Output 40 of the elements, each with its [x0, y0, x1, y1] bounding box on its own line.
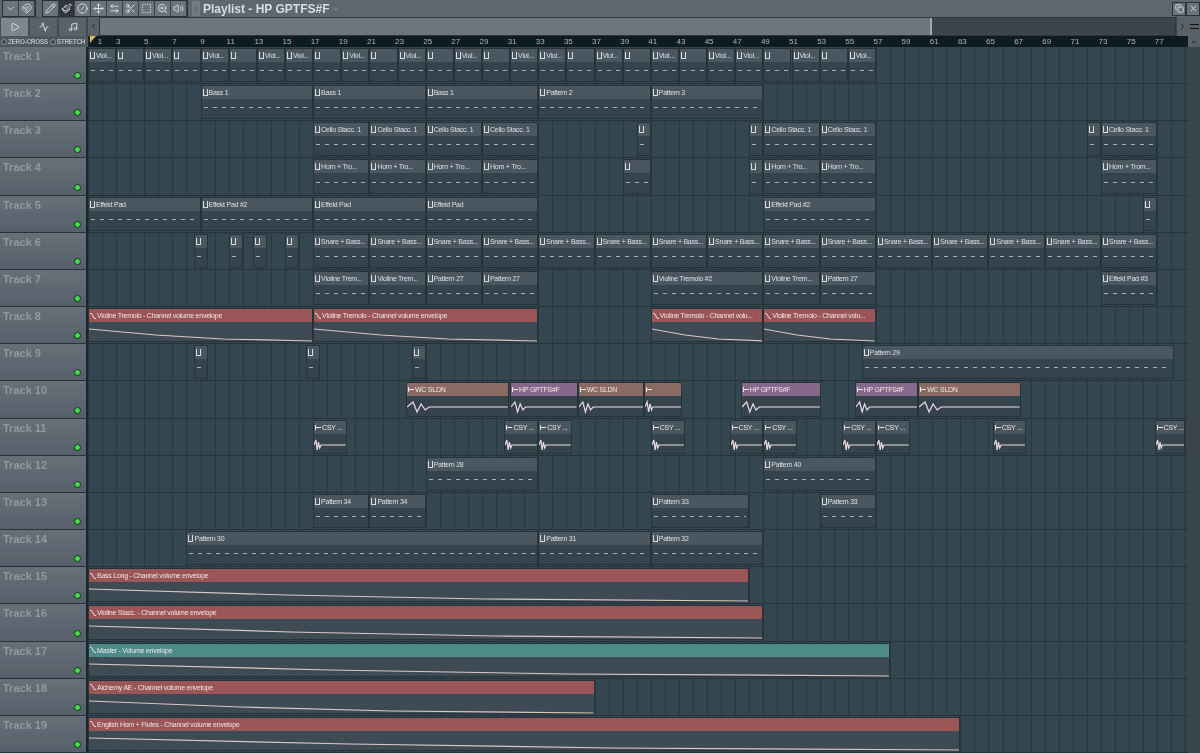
bar-number: 11 [226, 36, 235, 47]
bar-number: 71 [1070, 36, 1080, 47]
bar-number: 49 [760, 36, 770, 47]
bar-number: 47 [732, 36, 742, 47]
bar-number: 27 [451, 36, 461, 47]
bar-number: 31 [507, 36, 517, 47]
bar-number: 43 [676, 36, 686, 47]
bar-number: 25 [423, 36, 433, 47]
bar-number: 19 [338, 36, 348, 47]
bar-number: 65 [986, 36, 995, 47]
bar-number: 13 [254, 36, 264, 47]
bar-number: 15 [282, 36, 292, 47]
bar-number: 33 [535, 36, 545, 47]
bar-number: 57 [873, 36, 883, 47]
bar-number: 9 [200, 36, 205, 47]
bar-number: 69 [1042, 36, 1052, 47]
window-title: Playlist - HP GPTFS#F [203, 1, 330, 16]
bar-number: 23 [395, 36, 404, 47]
bar-number: 37 [592, 36, 601, 47]
bar-number: 53 [817, 36, 827, 47]
bar-number: 3 [115, 36, 121, 47]
bar-number: 75 [1126, 36, 1136, 47]
bar-number: 51 [789, 36, 798, 47]
bar-number: 61 [929, 36, 939, 47]
bar-number: 77 [1154, 36, 1164, 47]
bar-number: 73 [1098, 36, 1108, 47]
bar-number: 67 [1014, 36, 1024, 47]
bar-number: 39 [620, 36, 630, 47]
bar-number: 41 [648, 36, 658, 47]
bar-number: 59 [901, 36, 911, 47]
bar-number: 21 [366, 36, 376, 47]
bar-number: 63 [957, 36, 967, 47]
bar-number: 29 [479, 36, 489, 47]
bar-number: 5 [144, 36, 149, 47]
bar-number: 55 [845, 36, 855, 47]
bar-number: 17 [310, 36, 320, 47]
bar-number: 1 [97, 36, 103, 47]
bar-number: 45 [704, 36, 714, 47]
bar-number: 7 [172, 36, 177, 47]
bar-number: 35 [563, 36, 573, 47]
